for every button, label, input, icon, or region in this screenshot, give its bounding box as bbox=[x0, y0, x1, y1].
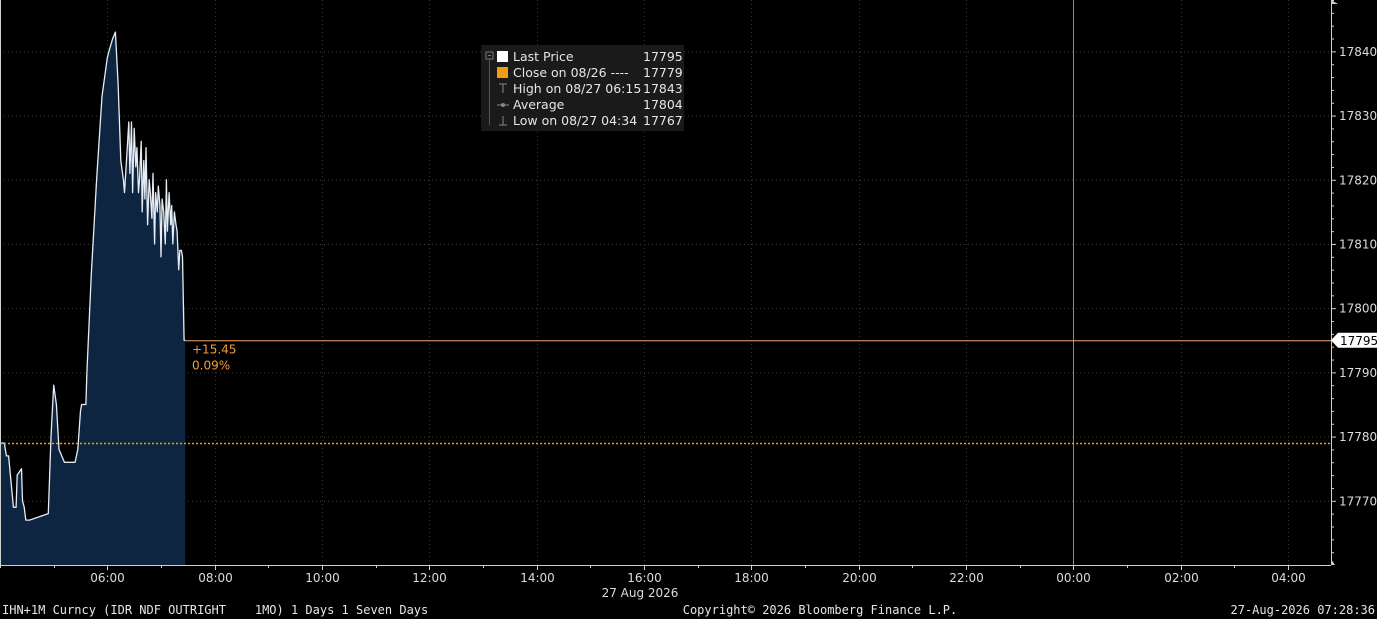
last-price-tag-label: 17795 bbox=[1340, 334, 1377, 348]
y-tick-label: 17830 bbox=[1339, 109, 1377, 123]
change-pct-label: 0.09% bbox=[192, 358, 230, 372]
change-abs-label: +15.45 bbox=[192, 342, 236, 356]
legend-label-close: Close on 08/26 ---- bbox=[513, 65, 629, 80]
legend-value-close: 17779 bbox=[643, 65, 683, 80]
legend-value-average: 17804 bbox=[643, 97, 683, 112]
x-tick-label: 04:00 bbox=[1271, 571, 1306, 585]
x-tick-label: 22:00 bbox=[949, 571, 984, 585]
footer-timestamp-text: 27-Aug-2026 07:28:36 bbox=[1231, 603, 1376, 617]
x-axis-date-label: 27 Aug 2026 bbox=[602, 586, 679, 600]
y-tick-label: 17840 bbox=[1339, 45, 1377, 59]
x-tick-label: 08:00 bbox=[198, 571, 233, 585]
y-tick-label: 17770 bbox=[1339, 494, 1377, 508]
price-chart: 17770 17780 17790 17800 17810 17820 17830 17840… bbox=[0, 0, 1377, 619]
y-tick-label: 17780 bbox=[1339, 430, 1377, 444]
legend-label-last-price: Last Price bbox=[513, 49, 574, 64]
legend-value-last-price: 17795 bbox=[643, 49, 683, 64]
last-price-tag: 17795 bbox=[1331, 332, 1377, 348]
x-tick-label: 10:00 bbox=[305, 571, 340, 585]
chart-background bbox=[0, 0, 1377, 619]
y-tick-label: 17810 bbox=[1339, 237, 1377, 251]
x-tick-label: 12:00 bbox=[412, 571, 447, 585]
y-tick-label: 17800 bbox=[1339, 302, 1377, 316]
x-tick-label: 02:00 bbox=[1164, 571, 1199, 585]
square-white-icon bbox=[497, 51, 508, 62]
x-tick-label: 00:00 bbox=[1056, 571, 1091, 585]
y-tick-label: 17820 bbox=[1339, 173, 1377, 187]
legend-label-low: Low on 08/27 04:34 bbox=[513, 113, 637, 128]
x-tick-label: 18:00 bbox=[734, 571, 769, 585]
legend-label-high: High on 08/27 06:15 bbox=[513, 81, 641, 96]
footer-copyright-text: Copyright© 2026 Bloomberg Finance L.P. bbox=[683, 603, 958, 617]
legend-value-low: 17767 bbox=[643, 113, 683, 128]
square-orange-icon bbox=[497, 67, 508, 78]
legend-box: Last Price 17795 Close on 08/26 ---- 177… bbox=[481, 45, 684, 131]
x-tick-label: 20:00 bbox=[842, 571, 877, 585]
y-tick-label: 17790 bbox=[1339, 366, 1377, 380]
legend-value-high: 17843 bbox=[643, 81, 683, 96]
x-tick-label: 14:00 bbox=[520, 571, 555, 585]
legend-label-average: Average bbox=[513, 97, 565, 112]
footer-security-text: IHN+1M Curncy (IDR NDF OUTRIGHT 1MO) 1 D… bbox=[2, 603, 428, 617]
x-tick-label: 06:00 bbox=[90, 571, 125, 585]
x-tick-label: 16:00 bbox=[627, 571, 662, 585]
